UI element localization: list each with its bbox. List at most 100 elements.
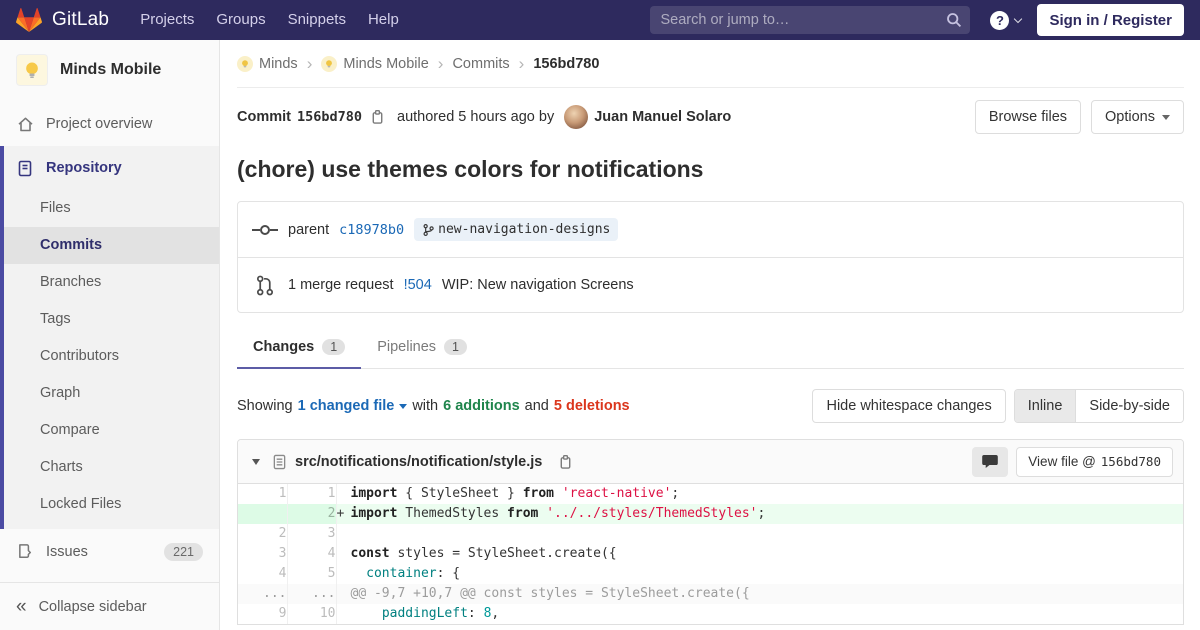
diff-file-box: src/notifications/notification/style.js …	[237, 439, 1184, 625]
tab-pipelines[interactable]: Pipelines 1	[361, 327, 483, 368]
new-line-number[interactable]: ...	[287, 584, 337, 604]
tab-count-badge: 1	[444, 339, 467, 355]
sidebar-item-contributors[interactable]: Contributors	[4, 338, 219, 375]
help-menu[interactable]: ?	[990, 10, 1023, 30]
code-token: ,	[491, 606, 500, 621]
code-token: ThemedStyles	[397, 506, 508, 521]
sidebar-item-charts[interactable]: Charts	[4, 449, 219, 486]
branch-badge[interactable]: new-navigation-designs	[414, 218, 619, 241]
browse-files-button[interactable]: Browse files	[974, 100, 1082, 134]
commit-actions: Browse files Options	[974, 100, 1184, 134]
collapse-sidebar-button[interactable]: « Collapse sidebar	[0, 582, 219, 630]
sidebar-item-compare[interactable]: Compare	[4, 412, 219, 449]
toggle-comments-button[interactable]	[972, 446, 1009, 477]
old-line-number[interactable]: 4	[238, 564, 288, 584]
sidebar-item-branches[interactable]: Branches	[4, 264, 219, 301]
diff-line: 34 const styles = StyleSheet.create({	[238, 544, 1183, 564]
diff-table: 11 import { StyleSheet } from 'react-nat…	[238, 484, 1183, 624]
old-line-number[interactable]	[238, 504, 288, 524]
diff-line-code	[336, 524, 1183, 544]
copy-file-path-button[interactable]	[558, 454, 573, 470]
chevron-right-icon: ›	[518, 54, 525, 73]
gitlab-logo-link[interactable]: GitLab	[16, 8, 109, 32]
repository-icon	[16, 160, 34, 177]
chevron-right-icon: ›	[437, 54, 444, 73]
sidebar-item-label: Repository	[46, 160, 122, 176]
breadcrumb-item-minds[interactable]: Minds	[237, 55, 298, 72]
code-token: 'react-native'	[561, 486, 672, 501]
new-line-number[interactable]: 4	[287, 544, 337, 564]
tab-count-badge: 1	[322, 339, 346, 355]
code-token: paddingLeft	[381, 606, 468, 621]
side-by-side-toggle[interactable]: Side-by-side	[1075, 390, 1183, 422]
code-token: from	[522, 486, 555, 501]
changed-files-dropdown[interactable]: 1 changed file	[298, 398, 408, 414]
sidebar-item-graph[interactable]: Graph	[4, 375, 219, 412]
diff-marker	[337, 564, 351, 584]
new-line-number[interactable]: 10	[287, 604, 337, 624]
nav-item-help[interactable]: Help	[357, 0, 410, 40]
old-line-number[interactable]: 1	[238, 484, 288, 504]
code-token: { StyleSheet }	[397, 486, 523, 501]
code-token: : {	[436, 566, 461, 581]
search-icon	[946, 12, 962, 28]
sidebar-item-commits[interactable]: Commits	[4, 227, 219, 264]
copy-sha-button[interactable]	[370, 109, 385, 125]
diff-line: 9 10 paddingLeft: 8,	[238, 604, 1183, 624]
deletions-count: 5 deletions	[553, 398, 630, 414]
author-avatar[interactable]	[564, 105, 589, 129]
old-line-number[interactable]: 2	[238, 524, 288, 544]
old-line-number[interactable]: 9	[238, 604, 288, 624]
parent-sha-link[interactable]: c18978b0	[339, 222, 404, 238]
view-file-button[interactable]: View file @ 156bd780	[1016, 446, 1173, 477]
sidebar-item-issues[interactable]: Issues 221	[0, 529, 219, 574]
parent-row: parent c18978b0 new-navigation-designs	[238, 202, 1183, 257]
merge-request-title: WIP: New navigation Screens	[441, 277, 634, 293]
collapse-file-caret-icon[interactable]	[252, 458, 260, 465]
diff-line: 2 + import ThemedStyles from '../../styles…	[238, 504, 1183, 524]
sidebar-item-repository[interactable]: Repository	[4, 146, 219, 190]
home-icon	[16, 116, 34, 133]
sidebar-item-files[interactable]: Files	[4, 190, 219, 227]
file-actions: View file @ 156bd780	[972, 446, 1173, 477]
diff-summary-text: Showing 1 changed file with 6 additions …	[237, 398, 630, 414]
authored-text: authored 5 hours ago by	[397, 109, 555, 125]
sidebar-item-tags[interactable]: Tags	[4, 301, 219, 338]
nav-item-snippets[interactable]: Snippets	[277, 0, 357, 40]
file-path-link[interactable]: src/notifications/notification/style.js	[295, 454, 542, 470]
inline-toggle[interactable]: Inline	[1014, 390, 1076, 422]
chevron-down-icon	[1014, 14, 1023, 23]
sign-in-button[interactable]: Sign in / Register	[1037, 4, 1184, 36]
nav-item-groups[interactable]: Groups	[205, 0, 276, 40]
breadcrumb: Minds › Minds Mobile › Commits › 156bd780	[237, 40, 1184, 88]
old-line-number[interactable]: 3	[238, 544, 288, 564]
code-token: import	[350, 486, 398, 501]
new-line-number[interactable]: 5	[287, 564, 337, 584]
breadcrumb-item-commits[interactable]: Commits	[452, 56, 509, 72]
view-file-label: View file @	[1028, 454, 1096, 469]
new-line-number[interactable]: 1	[287, 484, 337, 504]
sidebar-project-header[interactable]: Minds Mobile	[0, 40, 219, 102]
search-input[interactable]	[650, 6, 971, 34]
commit-title: (chore) use themes colors for notificati…	[237, 156, 704, 182]
with-label: with	[412, 398, 439, 414]
new-line-number[interactable]: 2	[287, 504, 337, 524]
old-line-number[interactable]: ...	[238, 584, 288, 604]
hide-whitespace-button[interactable]: Hide whitespace changes	[812, 389, 1006, 423]
nav-item-projects[interactable]: Projects	[129, 0, 205, 40]
breadcrumb-item-minds-mobile[interactable]: Minds Mobile	[321, 55, 429, 72]
gitlab-tanuki-icon	[16, 8, 42, 32]
breadcrumb-item-156bd780: 156bd780	[533, 56, 599, 72]
issues-count-badge: 221	[164, 542, 203, 561]
project-avatar-lightbulb-icon	[16, 54, 48, 86]
options-button[interactable]: Options	[1091, 100, 1184, 134]
sidebar-item-locked-files[interactable]: Locked Files	[4, 486, 219, 523]
sidebar-item-project-overview[interactable]: Project overview	[0, 102, 219, 146]
new-line-number[interactable]: 3	[287, 524, 337, 544]
merge-request-link[interactable]: !504	[404, 277, 432, 293]
tab-changes[interactable]: Changes 1	[237, 327, 362, 369]
changed-files-label: 1 changed file	[297, 398, 395, 414]
help-icon: ?	[990, 10, 1010, 30]
author-name-link[interactable]: Juan Manuel Solaro	[594, 109, 731, 125]
